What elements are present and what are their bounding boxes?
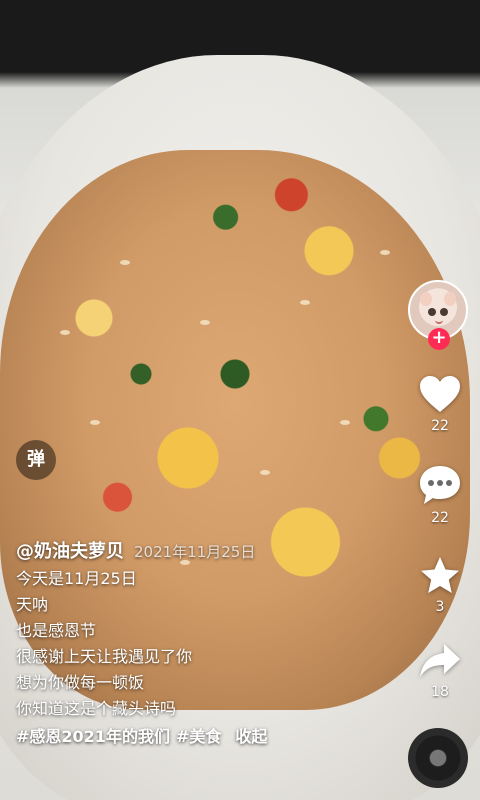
caption-line: 今天是11月25日 [16,569,137,588]
rice-grain [340,420,350,425]
caption-line: 想为你做每一顿饭 [16,673,145,692]
rice-grain [300,300,310,305]
caption-line: 天呐 [16,595,49,614]
hashtag-row: #感恩2021年的我们 #美食 收起 [16,722,346,752]
rice-grain [120,260,130,265]
like-button[interactable]: 22 [410,374,470,434]
share-count: 18 [431,684,449,700]
cat-ear-icon [420,292,432,306]
star-icon [421,557,459,593]
comment-bubble-icon [420,466,460,504]
caption-line: 你知道这是个藏头诗吗 [16,699,177,718]
comment-button[interactable]: 22 [410,464,470,526]
favorite-button[interactable]: 3 [410,555,470,615]
rice-grain [90,420,100,425]
caption-line: 很感谢上天让我遇见了你 [16,647,193,666]
video-caption: @奶油夫萝贝 2021年11月25日 今天是11月25日 天呐 也是感恩节 很感谢… [16,538,346,752]
cat-ear-icon [444,292,456,306]
author-avatar-wrap[interactable]: + [408,280,468,350]
rice-grain [260,470,270,475]
share-arrow-icon [420,644,460,677]
cat-mouth-icon [435,320,443,324]
music-disc-button[interactable] [408,728,468,788]
comment-count: 22 [431,510,449,526]
rice-grain [200,320,210,325]
hashtag-link[interactable]: #感恩2021年的我们 [16,727,170,746]
favorite-count: 3 [435,599,445,615]
cat-eye-icon [440,308,448,316]
heart-icon [420,376,460,412]
rice-grain [380,250,390,255]
cat-eye-icon [428,308,436,316]
follow-button[interactable]: + [428,328,450,350]
danmu-toggle-button[interactable]: 弹 [16,440,56,480]
share-button[interactable]: 18 [410,642,470,700]
collapse-button[interactable]: 收起 [235,727,267,746]
like-count: 22 [431,418,449,434]
author-name-link[interactable]: @奶油夫萝贝 [16,541,124,562]
rice-grain [60,330,70,335]
music-disc-center-icon [430,750,446,766]
post-date: 2021年11月25日 [134,543,256,561]
hashtag-link[interactable]: #美食 [176,727,221,746]
author-line: @奶油夫萝贝 2021年11月25日 [16,538,346,566]
caption-line: 也是感恩节 [16,621,97,640]
